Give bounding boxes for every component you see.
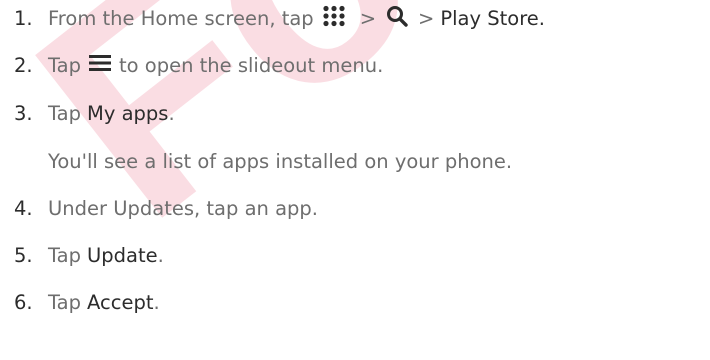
step-text: From the Home screen, tap <box>48 6 314 30</box>
step-end-punct: . <box>153 290 160 314</box>
step-number: 2. <box>14 53 33 77</box>
step-target-accept: Accept <box>87 290 154 314</box>
step-number: 4. <box>14 196 33 220</box>
step-text: Under Updates, tap an app. <box>48 196 318 220</box>
step-6: 6. Tap Accept . <box>14 287 160 317</box>
step-2: 2. Tap to open the slideout menu. <box>14 50 383 80</box>
step-4: 4. Under Updates, tap an app. <box>14 193 318 223</box>
step-target-my-apps: My apps <box>87 101 169 125</box>
step-1: 1. From the Home screen, tap > > Play St… <box>14 3 545 33</box>
separator: > <box>359 6 377 30</box>
step-number: 5. <box>14 243 33 267</box>
step-3: 3. Tap My apps . <box>14 98 175 128</box>
hamburger-menu-icon <box>89 54 112 77</box>
step-3-note: You'll see a list of apps installed on y… <box>48 149 513 173</box>
watermark: For ce <box>0 0 710 281</box>
step-5: 5. Tap Update . <box>14 240 164 270</box>
step-tap-label: Tap <box>48 53 82 77</box>
step-text: to open the slideout menu. <box>119 53 384 77</box>
step-number: 1. <box>14 6 33 30</box>
step-target-update: Update <box>87 243 158 267</box>
step-tap-label: Tap <box>48 243 82 267</box>
apps-grid-icon <box>322 5 346 32</box>
search-icon <box>386 5 408 32</box>
step-end-punct: . <box>168 101 175 125</box>
step-end-punct: . <box>157 243 164 267</box>
step-tap-label: Tap <box>48 290 82 314</box>
step-number: 6. <box>14 290 33 314</box>
step-tap-label: Tap <box>48 101 82 125</box>
step-target-play-store: Play Store. <box>440 6 545 30</box>
step-number: 3. <box>14 101 33 125</box>
separator: > <box>418 6 435 30</box>
